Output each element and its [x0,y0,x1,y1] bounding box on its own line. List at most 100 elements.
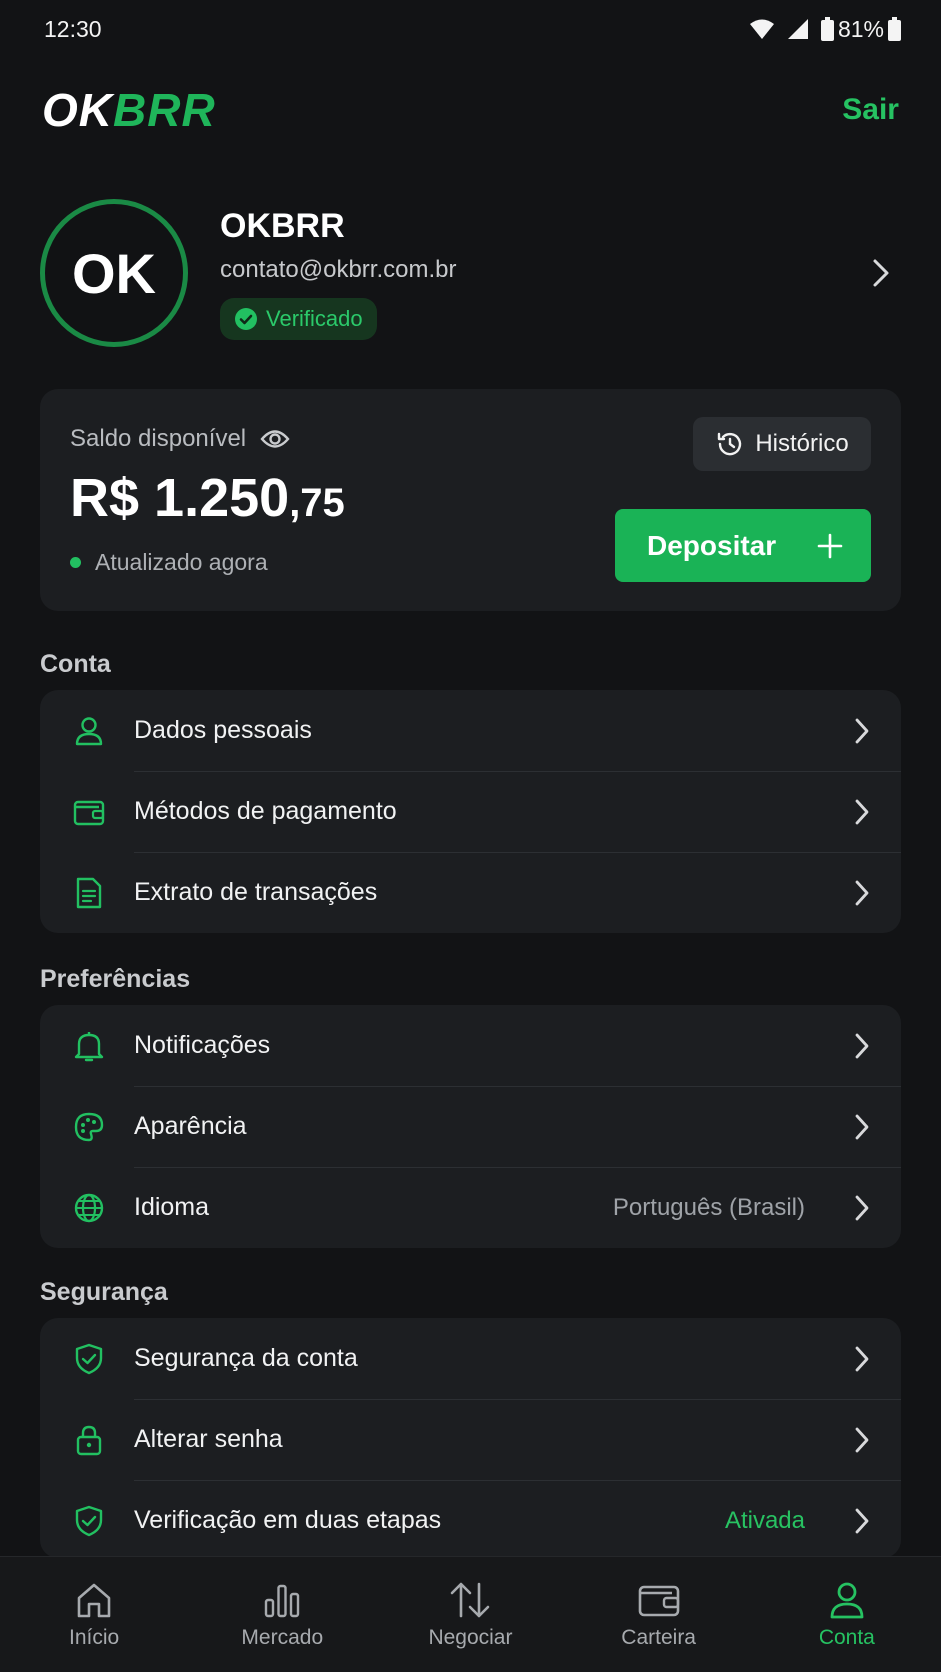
nav-item-mercado[interactable]: Mercado [188,1580,376,1650]
balance-label-row: Saldo disponível [70,425,290,453]
battery-icon [820,17,834,41]
menu-item-metodos-pagamento[interactable]: Métodos de pagamento [40,771,901,852]
nav-label: Conta [818,1625,875,1649]
globe-icon [74,1193,104,1222]
menu-item-idioma[interactable]: Idioma Português (Brasil) [40,1167,901,1248]
status-icons: 81% [749,16,901,43]
nav-label: Carteira [621,1625,696,1649]
logout-button[interactable]: Sair [842,93,899,127]
two-factor-status: Ativada [724,1506,805,1534]
profile-name: OKBRR [220,206,345,245]
document-icon [76,877,102,908]
nav-label: Mercado [241,1625,324,1649]
profile-email: contato@okbrr.com.br [220,255,457,283]
chevron-right-icon [855,718,869,743]
history-button[interactable]: Histórico [693,417,871,471]
menu-item-label: Dados pessoais [134,716,312,744]
group-seguranca: Segurança da conta Alterar senha Verific… [40,1318,901,1558]
check-circle-icon [235,307,257,330]
logo-brr: BRR [113,84,216,136]
app-header: OKBRR Sair [0,80,941,140]
menu-item-extrato[interactable]: Extrato de transações [40,852,901,933]
wifi-icon [749,19,774,39]
chevron-right-icon [873,259,889,287]
status-bar: 12:30 81% [0,0,941,58]
home-icon [77,1583,111,1617]
avatar: OK [40,199,188,347]
menu-item-notificacoes[interactable]: Notificações [40,1005,901,1086]
menu-item-label: Notificações [134,1031,271,1059]
menu-item-label: Métodos de pagamento [134,797,397,825]
section-title-conta: Conta [40,650,111,678]
section-title-preferencias: Preferências [40,965,191,993]
chevron-right-icon [855,1346,869,1371]
nav-item-inicio[interactable]: Início [0,1580,188,1650]
plus-icon [817,533,843,558]
balance-updated: Atualizado agora [70,549,268,576]
group-conta: Dados pessoais Métodos de pagamento Extr… [40,690,901,933]
profile-summary[interactable]: OK OKBRR contato@okbrr.com.br Verificado [40,198,901,348]
nav-label: Início [68,1625,120,1649]
balance-integer: 1.250 [154,468,290,528]
group-preferencias: Notificações Aparência Idioma Português … [40,1005,901,1248]
lock-icon [76,1425,102,1455]
menu-item-label: Verificação em duas etapas [134,1506,442,1534]
eye-icon[interactable] [260,428,290,450]
chevron-right-icon [855,1508,869,1533]
nav-item-negociar[interactable]: Negociar [376,1580,564,1650]
status-time: 12:30 [44,15,102,42]
bottom-nav: Início Mercado Negociar Carteira Conta [0,1556,941,1672]
shield-icon [75,1343,103,1374]
balance-label: Saldo disponível [70,425,247,452]
bell-icon [74,1031,104,1061]
deposit-button[interactable]: Depositar [615,509,871,582]
signal-icon [787,19,808,39]
menu-item-label: Alterar senha [134,1425,283,1453]
menu-item-dados-pessoais[interactable]: Dados pessoais [40,690,901,771]
nav-label: Negociar [428,1625,513,1649]
live-dot-icon [70,557,81,568]
language-value: Português (Brasil) [612,1193,805,1221]
balance-updated-label: Atualizado agora [95,549,268,575]
app-logo: OKBRR [42,83,216,137]
history-icon [718,432,742,456]
shield-check-icon [75,1505,103,1536]
profile-info: OKBRR contato@okbrr.com.br Verificado [220,207,861,340]
verified-badge: Verificado [220,297,377,340]
chevron-right-icon [855,799,869,824]
nav-item-carteira[interactable]: Carteira [565,1580,753,1650]
nav-item-conta[interactable]: Conta [753,1580,941,1650]
balance-amount: R$ 1.250,75 [70,467,345,529]
palette-icon [74,1112,104,1141]
chevron-right-icon [855,1033,869,1058]
verified-label: Verificado [266,305,363,331]
chevron-right-icon [855,1427,869,1452]
user-icon [830,1582,864,1618]
battery-icon [888,17,901,41]
menu-item-aparencia[interactable]: Aparência [40,1086,901,1167]
wallet-icon [73,800,105,825]
wallet-icon [638,1585,679,1616]
menu-item-label: Segurança da conta [134,1344,358,1372]
bar-chart-icon [265,1584,300,1617]
menu-item-verificacao-duas-etapas[interactable]: Verificação em duas etapas Ativada [40,1480,901,1558]
user-icon [75,716,103,745]
battery-level: 81% [837,15,884,42]
menu-item-label: Idioma [134,1193,210,1221]
menu-item-label: Aparência [134,1112,247,1140]
balance-cents: ,75 [289,481,345,525]
chevron-right-icon [855,1114,869,1139]
logo-ok: OK [42,84,113,136]
menu-item-alterar-senha[interactable]: Alterar senha [40,1399,901,1480]
deposit-label: Depositar [647,529,777,561]
menu-item-seguranca-conta[interactable]: Segurança da conta [40,1318,901,1399]
section-title-seguranca: Segurança [40,1278,168,1306]
menu-item-label: Extrato de transações [134,878,378,906]
chevron-right-icon [855,1195,869,1220]
swap-icon [451,1582,490,1617]
chevron-right-icon [855,880,869,905]
balance-card: Saldo disponível R$ 1.250,75 Atualizado … [40,389,901,611]
history-label: Histórico [755,430,849,457]
balance-currency: R$ [70,468,140,528]
profile-chevron[interactable] [861,257,901,289]
